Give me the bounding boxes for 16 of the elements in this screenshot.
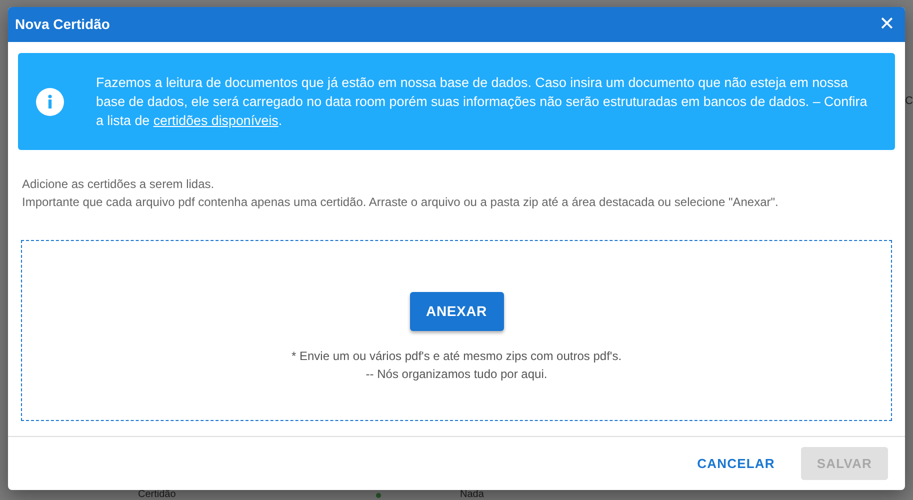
info-text: Fazemos a leitura de documentos que já estão em nossa base de dados. Caso insira um documento que não esteja em nossa base de dados, ele será carregado no data room porém suas informações não serão estruturadas em bancos de dados. – Confira a lista de certidões disponíveis. (96, 74, 868, 130)
background-text: C (905, 95, 913, 107)
instruction-text: Importante que cada arquivo pdf contenha apenas uma certidão. Arraste o arquivo ou a pasta zip até a área destacada ou selecione "Anexar". (22, 194, 780, 211)
info-icon (36, 88, 64, 116)
dialog-title: Nova Certidão (15, 15, 110, 34)
background-text: Certidão (138, 490, 176, 500)
note-text: * Envie um ou vários pdf's e até mesmo zips com outros pdf's. (291, 348, 622, 365)
close-button[interactable]: ✕ (877, 15, 897, 34)
cancel-button[interactable]: CANCELAR (681, 447, 791, 480)
note-text: -- Nós organizamos tudo por aqui. (364, 366, 548, 383)
status-dot-icon (376, 493, 381, 498)
drop-zone[interactable]: ANEXAR * Envie um ou vários pdf's e até mesmo zips com outros pdf's. -- Nós organizamos tudo por aqui. (21, 240, 892, 421)
instruction-text: Adicione as certidões a serem lidas. (22, 176, 216, 193)
attach-button[interactable]: ANEXAR (410, 292, 504, 331)
background-text: Nada (460, 490, 484, 500)
link[interactable]: certidões disponíveis (153, 113, 278, 128)
